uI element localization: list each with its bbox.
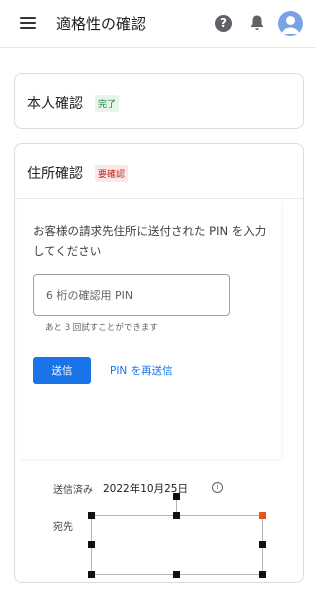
resize-handle-left[interactable] <box>88 541 95 548</box>
address-verification-card: 住所確認 要確認 お客様の請求先住所に送付された PIN を入力してください あ… <box>14 143 304 583</box>
status-badge-complete: 完了 <box>95 95 120 112</box>
resize-handle-right[interactable] <box>259 541 266 548</box>
identity-verification-card[interactable]: 本人確認 完了 <box>14 73 304 129</box>
address-verification-title: 住所確認 <box>27 166 83 182</box>
resize-handle-bottom[interactable] <box>173 571 180 578</box>
resize-handle-top[interactable] <box>173 512 180 519</box>
help-icon[interactable]: ? <box>215 15 232 32</box>
bell-icon[interactable] <box>249 14 265 32</box>
attempts-remaining-note: あと 3 回試すことができます <box>45 323 158 333</box>
page-title: 適格性の確認 <box>56 15 147 33</box>
status-badge-action-required: 要確認 <box>95 165 129 182</box>
rotation-handle[interactable] <box>173 493 180 500</box>
info-icon[interactable]: i <box>212 482 223 493</box>
resend-pin-link[interactable]: PIN を再送信 <box>110 363 173 378</box>
resize-handle-top-right[interactable] <box>259 512 266 519</box>
resize-handle-bottom-right[interactable] <box>259 571 266 578</box>
app-bar: 適格性の確認 ? <box>0 0 316 48</box>
pin-instruction: お客様の請求先住所に送付された PIN を入力してください <box>33 224 267 258</box>
submit-pin-button[interactable]: 送信 <box>33 357 91 384</box>
main-content: 本人確認 完了 住所確認 要確認 お客様の請求先住所に送付された PIN を入力… <box>0 49 316 596</box>
address-image-selection[interactable] <box>91 515 263 575</box>
recipient-label: 宛先 <box>53 522 73 533</box>
resize-handle-bottom-left[interactable] <box>88 571 95 578</box>
sent-date-label: 送信済み <box>53 485 93 496</box>
pin-entry-panel: お客様の請求先住所に送付された PIN を入力してください あと 3 回試すこと… <box>19 199 281 459</box>
pin-input[interactable] <box>33 274 230 316</box>
identity-verification-title: 本人確認 <box>27 96 83 112</box>
resize-handle-top-left[interactable] <box>88 512 95 519</box>
menu-icon[interactable] <box>20 17 36 30</box>
avatar[interactable] <box>278 11 303 36</box>
